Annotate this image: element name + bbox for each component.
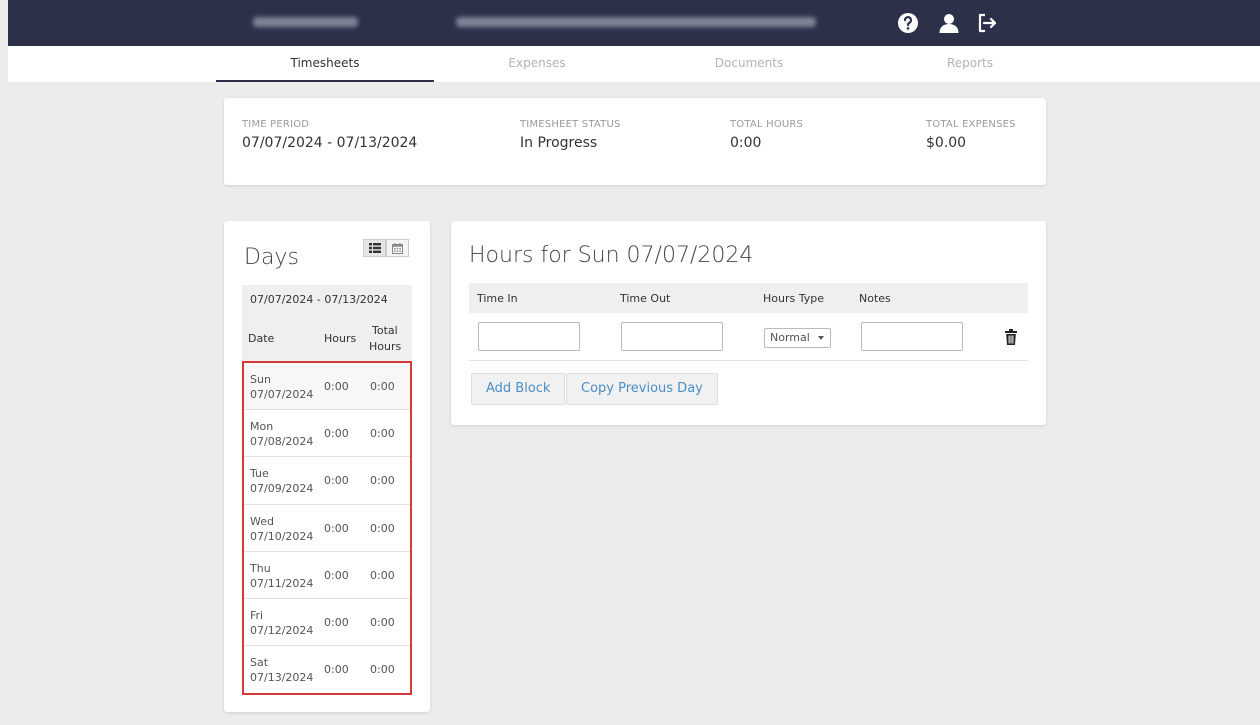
day-total-hours: 0:00 [370,568,395,582]
view-toggle [363,239,409,257]
top-bar [8,0,1260,46]
hours-type-value: Normal [770,331,810,344]
day-name: Thu [250,561,271,575]
col-notes-header: Notes [859,292,891,305]
day-row-date-cell: Thu 07/11/2024 [250,561,313,591]
list-view-button[interactable] [363,239,386,257]
col-hours-type-header: Hours Type [763,292,824,305]
tab-documents[interactable]: Documents [640,46,858,82]
day-row-thu[interactable]: Thu 07/11/2024 0:00 0:00 [244,552,410,599]
day-date: 07/10/2024 [250,529,314,543]
col-date-header: Date [248,332,275,345]
tab-bar: Timesheets Expenses Documents Reports [8,46,1260,82]
add-block-button[interactable]: Add Block [471,373,566,405]
total-expenses-block: TOTAL EXPENSES $0.00 [926,119,1016,151]
calendar-view-icon [392,242,403,254]
day-total-hours: 0:00 [370,521,395,535]
day-row-date-cell: Sat 07/13/2024 [250,655,313,685]
hours-table-header: Time In Time Out Hours Type Notes [469,283,1028,313]
time-period-block: TIME PERIOD 07/07/2024 - 07/13/2024 [242,119,417,151]
calendar-view-button[interactable] [386,239,409,257]
days-panel: Days 07/07/2024 - 07/13/2024 Date Hours … [224,221,430,712]
day-name: Sun [250,373,271,386]
timesheet-summary-card: TIME PERIOD 07/07/2024 - 07/13/2024 TIME… [224,98,1046,185]
day-total-hours: 0:00 [370,427,395,441]
help-icon[interactable] [895,10,921,36]
day-name: Wed [250,514,274,528]
col-total-header-line1: Total [372,324,398,337]
day-date: 07/09/2024 [250,482,314,496]
day-name: Sat [250,656,269,670]
time-in-input[interactable] [478,322,580,351]
tab-timesheets[interactable]: Timesheets [216,46,434,82]
day-total-hours: 0:00 [370,615,395,629]
day-date: 07/13/2024 [250,671,314,685]
hours-type-select[interactable]: Normal [764,328,831,348]
days-date-range: 07/07/2024 - 07/13/2024 [242,285,412,315]
hours-title: Hours for Sun 07/07/2024 [469,243,754,268]
redacted-assignment-title [456,17,816,27]
logout-icon[interactable] [974,10,1000,36]
total-hours-label: TOTAL HOURS [730,119,804,130]
timesheet-status-label: TIMESHEET STATUS [520,119,621,130]
tab-expenses[interactable]: Expenses [428,46,646,82]
days-title: Days [244,245,299,270]
day-row-sun[interactable]: Sun 07/07/2024 0:00 0:00 [244,363,410,411]
day-row-tue[interactable]: Tue 07/09/2024 0:00 0:00 [244,457,410,505]
timesheet-status-block: TIMESHEET STATUS In Progress [520,119,621,151]
total-expenses-value: $0.00 [926,135,967,151]
day-row-date-cell: Wed 07/10/2024 [250,514,313,544]
day-total-hours: 0:00 [370,663,395,677]
copy-previous-day-button[interactable]: Copy Previous Day [566,373,718,405]
total-hours-value: 0:00 [730,135,762,151]
day-row-date-cell: Fri 07/12/2024 [250,608,313,638]
total-hours-block: TOTAL HOURS 0:00 [730,119,803,151]
day-hours: 0:00 [324,663,349,677]
total-expenses-label: TOTAL EXPENSES [926,119,1016,130]
trash-icon[interactable] [1004,329,1018,345]
time-out-input[interactable] [621,322,723,351]
time-period-label: TIME PERIOD [242,119,310,130]
day-total-hours: 0:00 [370,380,395,393]
time-block-row: Normal [469,313,1028,361]
col-hours-header: Hours [324,332,357,345]
day-row-fri[interactable]: Fri 07/12/2024 0:00 0:00 [244,599,410,647]
day-name: Mon [250,420,274,434]
tab-reports[interactable]: Reports [861,46,1079,82]
day-date: 07/12/2024 [250,623,314,637]
redacted-user-name [253,17,358,27]
list-view-icon [368,243,381,253]
day-hours: 0:00 [324,615,349,629]
col-time-out-header: Time Out [620,292,671,305]
day-hours: 0:00 [324,521,349,535]
day-row-date-cell: Sun 07/07/2024 [250,372,313,402]
day-row-wed[interactable]: Wed 07/10/2024 0:00 0:00 [244,505,410,552]
day-date: 07/07/2024 [250,388,314,401]
days-table-header: Date Hours Total Hours [242,315,412,361]
day-name: Fri [250,608,264,622]
day-hours: 0:00 [324,474,349,488]
day-row-date-cell: Tue 07/09/2024 [250,466,313,496]
day-date: 07/08/2024 [250,435,314,449]
day-hours: 0:00 [324,568,349,582]
caret-down-icon [818,336,824,340]
day-row-sat[interactable]: Sat 07/13/2024 0:00 0:00 [244,646,410,693]
day-hours: 0:00 [324,380,349,393]
day-row-mon[interactable]: Mon 07/08/2024 0:00 0:00 [244,410,410,458]
day-date: 07/11/2024 [250,576,314,590]
col-total-header-line2: Hours [369,340,402,353]
col-time-in-header: Time In [477,292,518,305]
time-period-value: 07/07/2024 - 07/13/2024 [242,135,418,151]
user-icon[interactable] [936,10,962,36]
day-hours: 0:00 [324,427,349,441]
day-list: Sun 07/07/2024 0:00 0:00 Mon 07/08/2024 … [242,361,412,696]
hours-panel: Hours for Sun 07/07/2024 Time In Time Ou… [451,221,1046,425]
day-name: Tue [250,467,269,481]
day-row-date-cell: Mon 07/08/2024 [250,419,313,449]
notes-input[interactable] [861,322,963,351]
day-total-hours: 0:00 [370,474,395,488]
timesheet-status-value: In Progress [520,135,598,151]
